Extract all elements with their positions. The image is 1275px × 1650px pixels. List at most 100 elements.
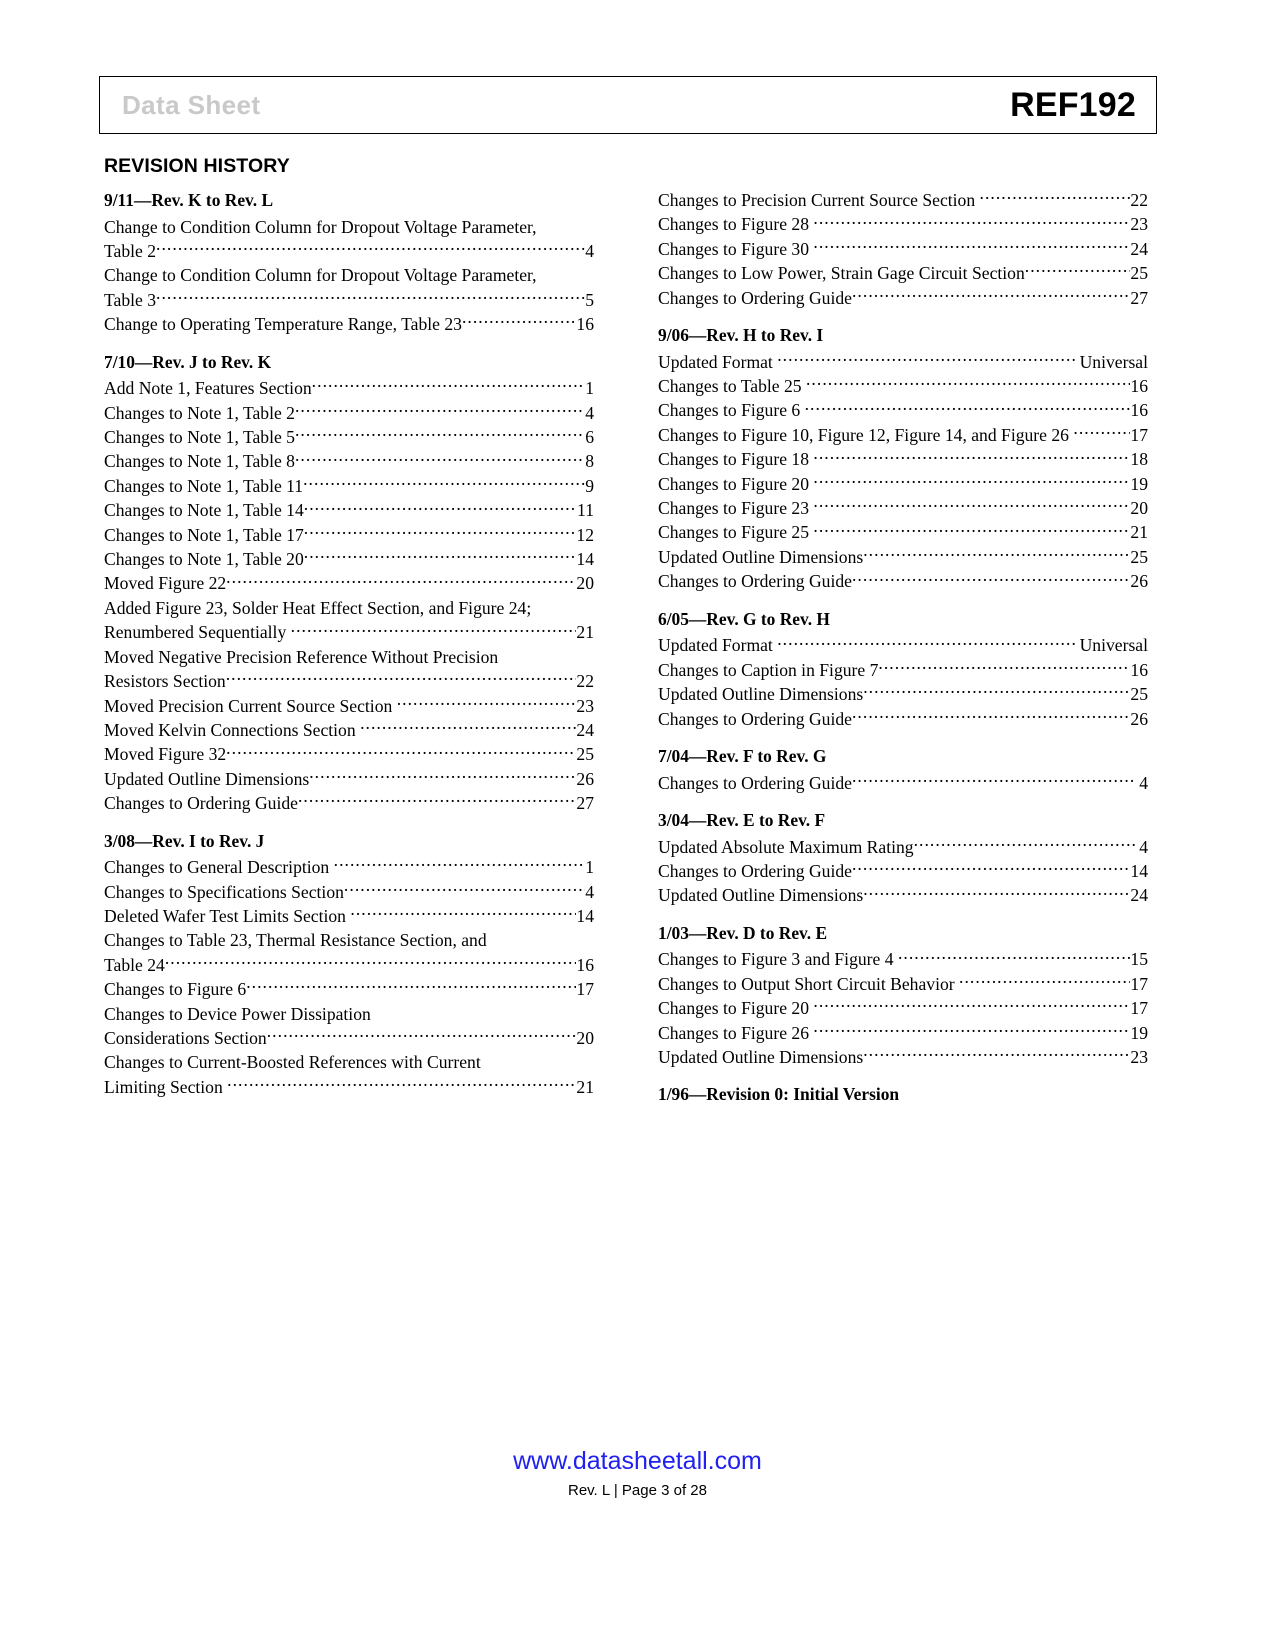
dot-leader — [309, 767, 576, 785]
revision-entry: Changes to Output Short Circuit Behavior… — [658, 972, 1148, 996]
revision-entry: Table 24 16 — [104, 953, 594, 977]
revision-entry: Changes to Ordering Guide 26 — [658, 707, 1148, 731]
revision-entry-page-number: 4 — [1134, 836, 1148, 857]
revision-entry: Changes to Ordering Guide 14 — [658, 859, 1148, 883]
revision-entry-page-number: 12 — [576, 524, 594, 545]
revision-entry-text: Changes to Ordering Guide — [658, 772, 852, 793]
revision-entry-page-number: 27 — [576, 793, 594, 814]
revision-block-heading: 9/06—Rev. H to Rev. I — [658, 325, 824, 346]
revision-entry: Changes to Note 1, Table 14 11 — [104, 498, 594, 522]
revision-block: 9/06—Rev. H to Rev. I Updated Format Univ… — [658, 323, 1148, 594]
dot-leader — [863, 545, 1130, 563]
revision-entry-text: Changes to Table 25 — [658, 376, 806, 397]
dot-leader — [878, 658, 1130, 676]
revision-entry-text: Changes to Ordering Guide — [658, 708, 852, 729]
revision-entry-text: Changes to Ordering Guide — [104, 793, 298, 814]
revision-entry-page-number: 25 — [576, 744, 594, 765]
revision-entry: Updated Format Universal — [658, 350, 1148, 374]
dot-leader — [959, 972, 1130, 990]
revision-entry-text: Change to Condition Column for Dropout V… — [104, 216, 537, 237]
revision-entry-page-number: 16 — [1130, 400, 1148, 421]
revision-entry-page-number: 11 — [577, 500, 594, 521]
dot-leader — [813, 1021, 1130, 1039]
revision-entry-page-number: 20 — [576, 1027, 594, 1048]
revision-entry: Updated Outline Dimensions 23 — [658, 1045, 1148, 1069]
revision-entry-text: Moved Kelvin Connections Section — [104, 719, 361, 740]
revision-entry-page-number: 19 — [1130, 1022, 1148, 1043]
revision-entry-page-number: 19 — [1130, 473, 1148, 494]
revision-entry-page-number: 27 — [1130, 287, 1148, 308]
revision-entry: Changes to Figure 3 and Figure 4 15 — [658, 947, 1148, 971]
dot-leader — [852, 286, 1130, 304]
revision-entry-text: Changes to Note 1, Table 17 — [104, 524, 304, 545]
revision-entry-text: Changes to Figure 25 — [658, 522, 814, 543]
revision-entry-text: Limiting Section — [104, 1076, 228, 1097]
dot-leader — [914, 835, 1135, 853]
revision-entry: Changes to Specifications Section 4 — [104, 880, 594, 904]
revision-entry: Change to Operating Temperature Range, T… — [104, 312, 594, 336]
revision-entry: Updated Outline Dimensions 25 — [658, 545, 1148, 569]
revision-entry: Changes to Low Power, Strain Gage Circui… — [658, 261, 1148, 285]
revision-entry-text: Changes to Output Short Circuit Behavior — [658, 973, 960, 994]
revision-entry-page-number: 26 — [1130, 708, 1148, 729]
revision-entry-text: Changes to Note 1, Table 8 — [104, 451, 295, 472]
revision-entry: Changes to Figure 28 23 — [658, 212, 1148, 236]
dot-leader — [291, 621, 577, 639]
revision-block-heading: 3/08—Rev. I to Rev. J — [104, 830, 265, 851]
revision-entry-page-number: 14 — [576, 549, 594, 570]
dot-leader — [226, 743, 576, 761]
dot-leader — [813, 213, 1130, 231]
revision-entry-text: Changes to Note 1, Table 5 — [104, 427, 295, 448]
dot-leader — [898, 948, 1130, 966]
revision-entry-page-number: 20 — [1130, 498, 1148, 519]
revision-entry-page-number: 4 — [585, 881, 594, 902]
revision-entry-text: Changes to Note 1, Table 2 — [104, 402, 295, 423]
dot-leader — [813, 237, 1130, 255]
revision-entry-page-number: 23 — [576, 695, 594, 716]
revision-entry: Changes to Precision Current Source Sect… — [658, 188, 1148, 212]
revision-entry: Changes to Table 25 16 — [658, 374, 1148, 398]
revision-entry-page-number: 1 — [585, 378, 594, 399]
revision-entry-text: Changes to Current-Boosted References wi… — [104, 1052, 481, 1073]
footer-revision-page: Rev. L | Page 3 of 28 — [568, 1482, 707, 1499]
dot-leader — [304, 499, 577, 517]
revision-entry: Changes to Figure 20 17 — [658, 996, 1148, 1020]
revision-entry: Changes to Note 1, Table 5 6 — [104, 425, 594, 449]
revision-entry-page-number: 21 — [576, 1076, 594, 1097]
revision-entry-page-number: 24 — [576, 719, 594, 740]
revision-entry-page-number: 16 — [576, 314, 594, 335]
dot-leader — [360, 718, 576, 736]
revision-entry-text: Table 2 — [104, 241, 157, 261]
revision-entry: Changes to Figure 26 19 — [658, 1021, 1148, 1045]
revision-entry-page-number: 22 — [576, 671, 594, 692]
revision-entry-text: Moved Figure 32 — [104, 744, 227, 765]
revision-entry-page-number: 14 — [1130, 860, 1148, 881]
revision-entry-text: Updated Format — [658, 351, 778, 372]
revision-entry-text: Updated Format — [658, 635, 778, 656]
dot-leader — [226, 670, 577, 688]
revision-entry-page-number: 14 — [576, 905, 594, 926]
dot-leader — [1025, 262, 1131, 280]
revision-entry: Changes to Figure 30 24 — [658, 237, 1148, 261]
revision-entry: Moved Precision Current Source Section 2… — [104, 694, 594, 718]
dot-leader — [156, 288, 585, 306]
revision-entry-text: Changes to Figure 28 — [658, 214, 814, 235]
revision-entry-text: Changes to Note 1, Table 20 — [104, 549, 304, 570]
dot-leader — [304, 523, 577, 541]
dot-leader — [156, 239, 585, 257]
revision-entry-page-number: 24 — [1130, 238, 1148, 259]
revision-entry-page-number: 22 — [1130, 190, 1148, 210]
revision-entry-text: Changes to Caption in Figure 7 — [658, 659, 879, 680]
revision-entry-page-number: 16 — [1130, 376, 1148, 397]
footer-website-link[interactable]: www.datasheetall.com — [0, 1447, 1275, 1476]
revision-entry-text: Updated Absolute Maximum Rating — [658, 836, 914, 857]
revision-entry-text: Table 24 — [104, 954, 165, 975]
revision-entry: Changes to Figure 23 20 — [658, 496, 1148, 520]
revision-entry: Moved Figure 32 25 — [104, 742, 594, 766]
revision-entry-text: Changes to Figure 6 — [104, 979, 247, 1000]
revision-block-heading: 1/03—Rev. D to Rev. E — [658, 922, 828, 943]
dot-leader — [852, 771, 1135, 789]
revision-block-heading: 3/04—Rev. E to Rev. F — [658, 809, 826, 830]
revision-entry: Changes to General Description 1 — [104, 855, 594, 879]
revision-block: 3/08—Rev. I to Rev. J Changes to General … — [104, 829, 594, 1100]
